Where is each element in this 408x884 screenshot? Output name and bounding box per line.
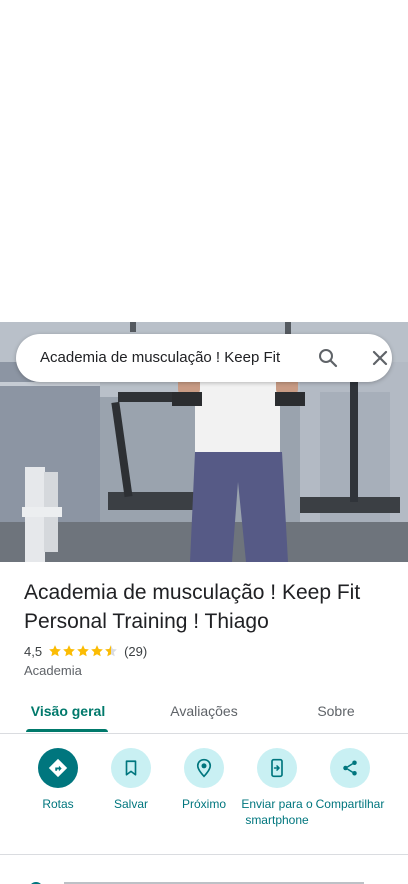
action-buttons: Rotas Salvar Próximo Enviar para o smart… <box>0 748 408 848</box>
share-icon <box>343 760 357 776</box>
next-section-peek <box>0 872 408 884</box>
review-count[interactable]: (29) <box>124 644 147 659</box>
star-icon <box>91 645 103 657</box>
tab-reviews[interactable]: Avaliações <box>154 690 254 734</box>
tab-about[interactable]: Sobre <box>296 690 376 734</box>
map-area[interactable] <box>0 0 408 322</box>
place-title: Academia de musculação ! Keep Fit Person… <box>24 581 361 633</box>
star-icon <box>63 645 75 657</box>
tab-overview[interactable]: Visão geral <box>20 690 116 734</box>
next-section-preview <box>31 882 364 884</box>
send-to-phone-icon <box>271 758 283 778</box>
nearby-button[interactable]: Próximo <box>164 748 244 812</box>
search-icon[interactable] <box>316 346 340 370</box>
directions-icon <box>48 758 68 778</box>
tab-bar: Visão geral Avaliações Sobre <box>0 690 408 734</box>
nearby-icon <box>196 758 212 778</box>
star-half-icon <box>105 645 117 657</box>
star-icon <box>77 645 89 657</box>
star-icon <box>49 645 61 657</box>
directions-button[interactable]: Rotas <box>18 748 98 812</box>
search-input[interactable]: Academia de musculação ! Keep Fit <box>40 334 298 382</box>
save-label: Salvar <box>113 797 148 811</box>
rating-stars <box>48 644 118 658</box>
rating-value: 4,5 <box>24 643 43 659</box>
search-bar[interactable]: Academia de musculação ! Keep Fit <box>16 334 392 382</box>
rating-row[interactable]: 4,5 (29) <box>24 642 147 660</box>
active-tab-indicator <box>26 729 108 732</box>
nearby-label: Próximo <box>181 797 226 811</box>
save-button[interactable]: Salvar <box>91 748 171 812</box>
bookmark-icon <box>125 760 137 776</box>
share-label: Compartilhar <box>315 797 385 811</box>
send-to-phone-button[interactable]: Enviar para o smartphone <box>237 748 317 828</box>
section-divider <box>0 854 408 855</box>
send-to-phone-label: Enviar para o smartphone <box>241 797 313 827</box>
share-button[interactable]: Compartilhar <box>310 748 390 812</box>
place-category[interactable]: Academia <box>24 663 82 678</box>
directions-label: Rotas <box>42 797 74 811</box>
close-icon[interactable] <box>368 346 392 370</box>
